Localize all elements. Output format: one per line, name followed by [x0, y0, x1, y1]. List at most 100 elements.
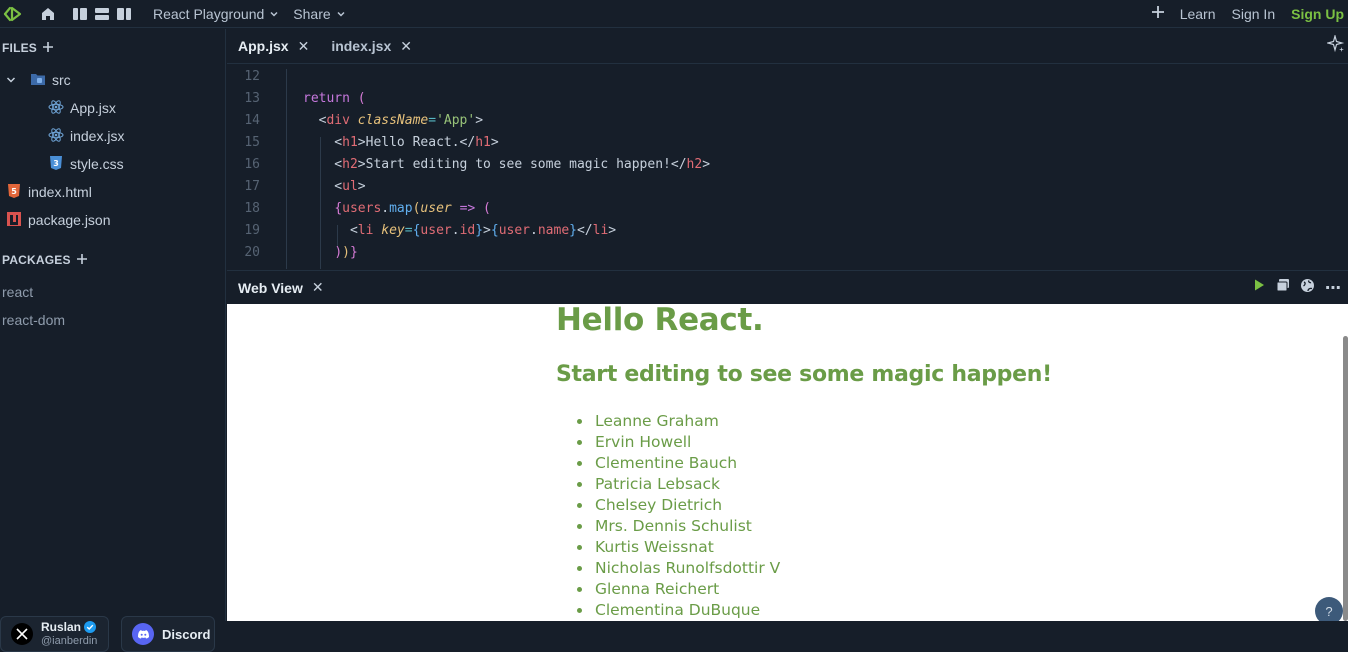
plus-icon[interactable] — [1151, 5, 1164, 23]
layout-columns-icon[interactable] — [69, 3, 91, 25]
webview-preview[interactable]: Hello React. Start editing to see some m… — [227, 304, 1348, 621]
preview-heading-h1: Hello React. — [556, 304, 764, 338]
sign-up-button[interactable]: Sign Up — [1291, 6, 1344, 22]
user-name: Patricia Lebsack — [595, 475, 720, 493]
package-item[interactable]: react — [2, 284, 33, 300]
html-icon: 5 — [6, 183, 22, 202]
globe-icon[interactable] — [1300, 278, 1315, 298]
code-line: 12 — [227, 69, 1348, 87]
tab-label: index.jsx — [331, 38, 392, 54]
bullet-icon — [577, 461, 582, 466]
svg-text:3: 3 — [53, 159, 59, 168]
list-item: Patricia Lebsack — [577, 474, 780, 495]
author-name: Ruslan — [41, 620, 82, 634]
list-item: Chelsey Dietrich — [577, 495, 780, 516]
sign-in-link[interactable]: Sign In — [1232, 6, 1276, 22]
logo-icon[interactable] — [0, 1, 26, 27]
home-icon[interactable] — [37, 3, 59, 25]
line-number: 15 — [244, 134, 260, 150]
code-text: <ul> — [303, 178, 366, 194]
user-name: Mrs. Dennis Schulist — [595, 517, 752, 535]
learn-link[interactable]: Learn — [1180, 6, 1216, 22]
list-item: Ervin Howell — [577, 432, 780, 453]
sparkle-icon[interactable] — [1325, 33, 1345, 58]
file-label: index.html — [28, 184, 92, 200]
line-number: 14 — [244, 112, 260, 128]
discord-label: Discord — [162, 626, 211, 642]
bullet-icon — [577, 545, 582, 550]
file-label: index.jsx — [70, 128, 125, 144]
share-menu[interactable]: Share — [293, 6, 345, 22]
webview-toolbar: Web View ✕ ⋯ — [227, 270, 1348, 304]
user-name: Clementina DuBuque — [595, 601, 761, 619]
author-handle: @ianberdin — [41, 634, 98, 647]
verified-icon — [84, 620, 97, 635]
help-button[interactable]: ? — [1315, 597, 1343, 621]
file-style-css[interactable]: 3 style.css — [48, 153, 124, 175]
play-icon[interactable] — [1252, 278, 1266, 297]
packages-section-header: PACKAGES — [0, 253, 87, 267]
code-text: ))} — [334, 244, 358, 260]
preview-scrollbar[interactable] — [1343, 336, 1348, 621]
list-item: Leanne Graham — [577, 411, 780, 432]
close-icon[interactable]: ✕ — [312, 279, 324, 296]
user-name: Ervin Howell — [595, 433, 692, 451]
bullet-icon — [577, 566, 582, 571]
bullet-icon — [577, 524, 582, 529]
react-icon — [48, 127, 64, 146]
files-section-header: FILES — [0, 41, 54, 55]
discord-button[interactable]: Discord — [121, 616, 215, 652]
react-icon — [48, 99, 64, 118]
file-app-jsx[interactable]: App.jsx — [48, 97, 116, 119]
chevron-down-icon — [336, 6, 346, 22]
author-card[interactable]: Ruslan @ianberdin — [0, 616, 109, 652]
user-name: Chelsey Dietrich — [595, 496, 723, 514]
chevron-down-icon — [6, 72, 16, 88]
bullet-icon — [577, 503, 582, 508]
code-text: {users.map(user => ( — [334, 200, 491, 216]
list-item: Clementina DuBuque — [577, 600, 780, 621]
author-name-row: Ruslan — [41, 620, 97, 635]
code-line: 17 <ul> — [227, 175, 1348, 197]
project-menu[interactable]: React Playground — [153, 6, 279, 22]
code-area[interactable]: 12 13 return ( 14 <div className='App'> … — [227, 69, 1348, 269]
line-number: 16 — [244, 156, 260, 172]
tab-index-jsx[interactable]: index.jsx ✕ — [320, 29, 423, 64]
code-line: 15 <h1>Hello React.</h1> — [227, 131, 1348, 153]
user-name: Kurtis Weissnat — [595, 538, 714, 556]
list-item: Kurtis Weissnat — [577, 537, 780, 558]
line-number: 12 — [244, 69, 260, 84]
tab-app-jsx[interactable]: App.jsx ✕ — [227, 29, 320, 64]
list-item: Nicholas Runolfsdottir V — [577, 558, 780, 579]
layout-rows-icon[interactable] — [91, 3, 113, 25]
layout-sidebar-icon[interactable] — [113, 3, 135, 25]
more-icon[interactable]: ⋯ — [1325, 278, 1342, 298]
add-package-plus-icon[interactable] — [76, 253, 87, 267]
close-icon[interactable]: ✕ — [298, 38, 310, 55]
code-line: 19 <li key={user.id}>{user.name}</li> — [227, 219, 1348, 241]
user-name: Glenna Reichert — [595, 580, 720, 598]
bullet-icon — [577, 482, 582, 487]
user-name: Clementine Bauch — [595, 454, 738, 472]
code-text: <div className='App'> — [318, 112, 484, 128]
code-line: 14 <div className='App'> — [227, 109, 1348, 131]
bullet-icon — [577, 587, 582, 592]
bullet-icon — [577, 419, 582, 424]
folder-src[interactable]: src — [6, 69, 71, 91]
tab-web-view[interactable]: Web View ✕ — [227, 270, 335, 305]
bullet-icon — [577, 608, 582, 613]
code-line: 18 {users.map(user => ( — [227, 197, 1348, 219]
add-file-plus-icon[interactable] — [43, 41, 54, 55]
preview-heading-h2: Start editing to see some magic happen! — [556, 362, 1052, 387]
file-index-html[interactable]: 5 index.html — [6, 181, 92, 203]
file-package-json[interactable]: package.json — [6, 209, 111, 231]
line-number: 18 — [244, 200, 260, 216]
file-index-jsx[interactable]: index.jsx — [48, 125, 124, 147]
code-line: 20 ))} — [227, 241, 1348, 263]
close-icon[interactable]: ✕ — [400, 38, 412, 55]
package-item[interactable]: react-dom — [2, 312, 65, 328]
discord-icon — [132, 623, 154, 645]
window-icon[interactable] — [1276, 278, 1290, 297]
code-text: <li key={user.id}>{user.name}</li> — [303, 222, 617, 238]
code-line: 16 <h2>Start editing to see some magic h… — [227, 153, 1348, 175]
